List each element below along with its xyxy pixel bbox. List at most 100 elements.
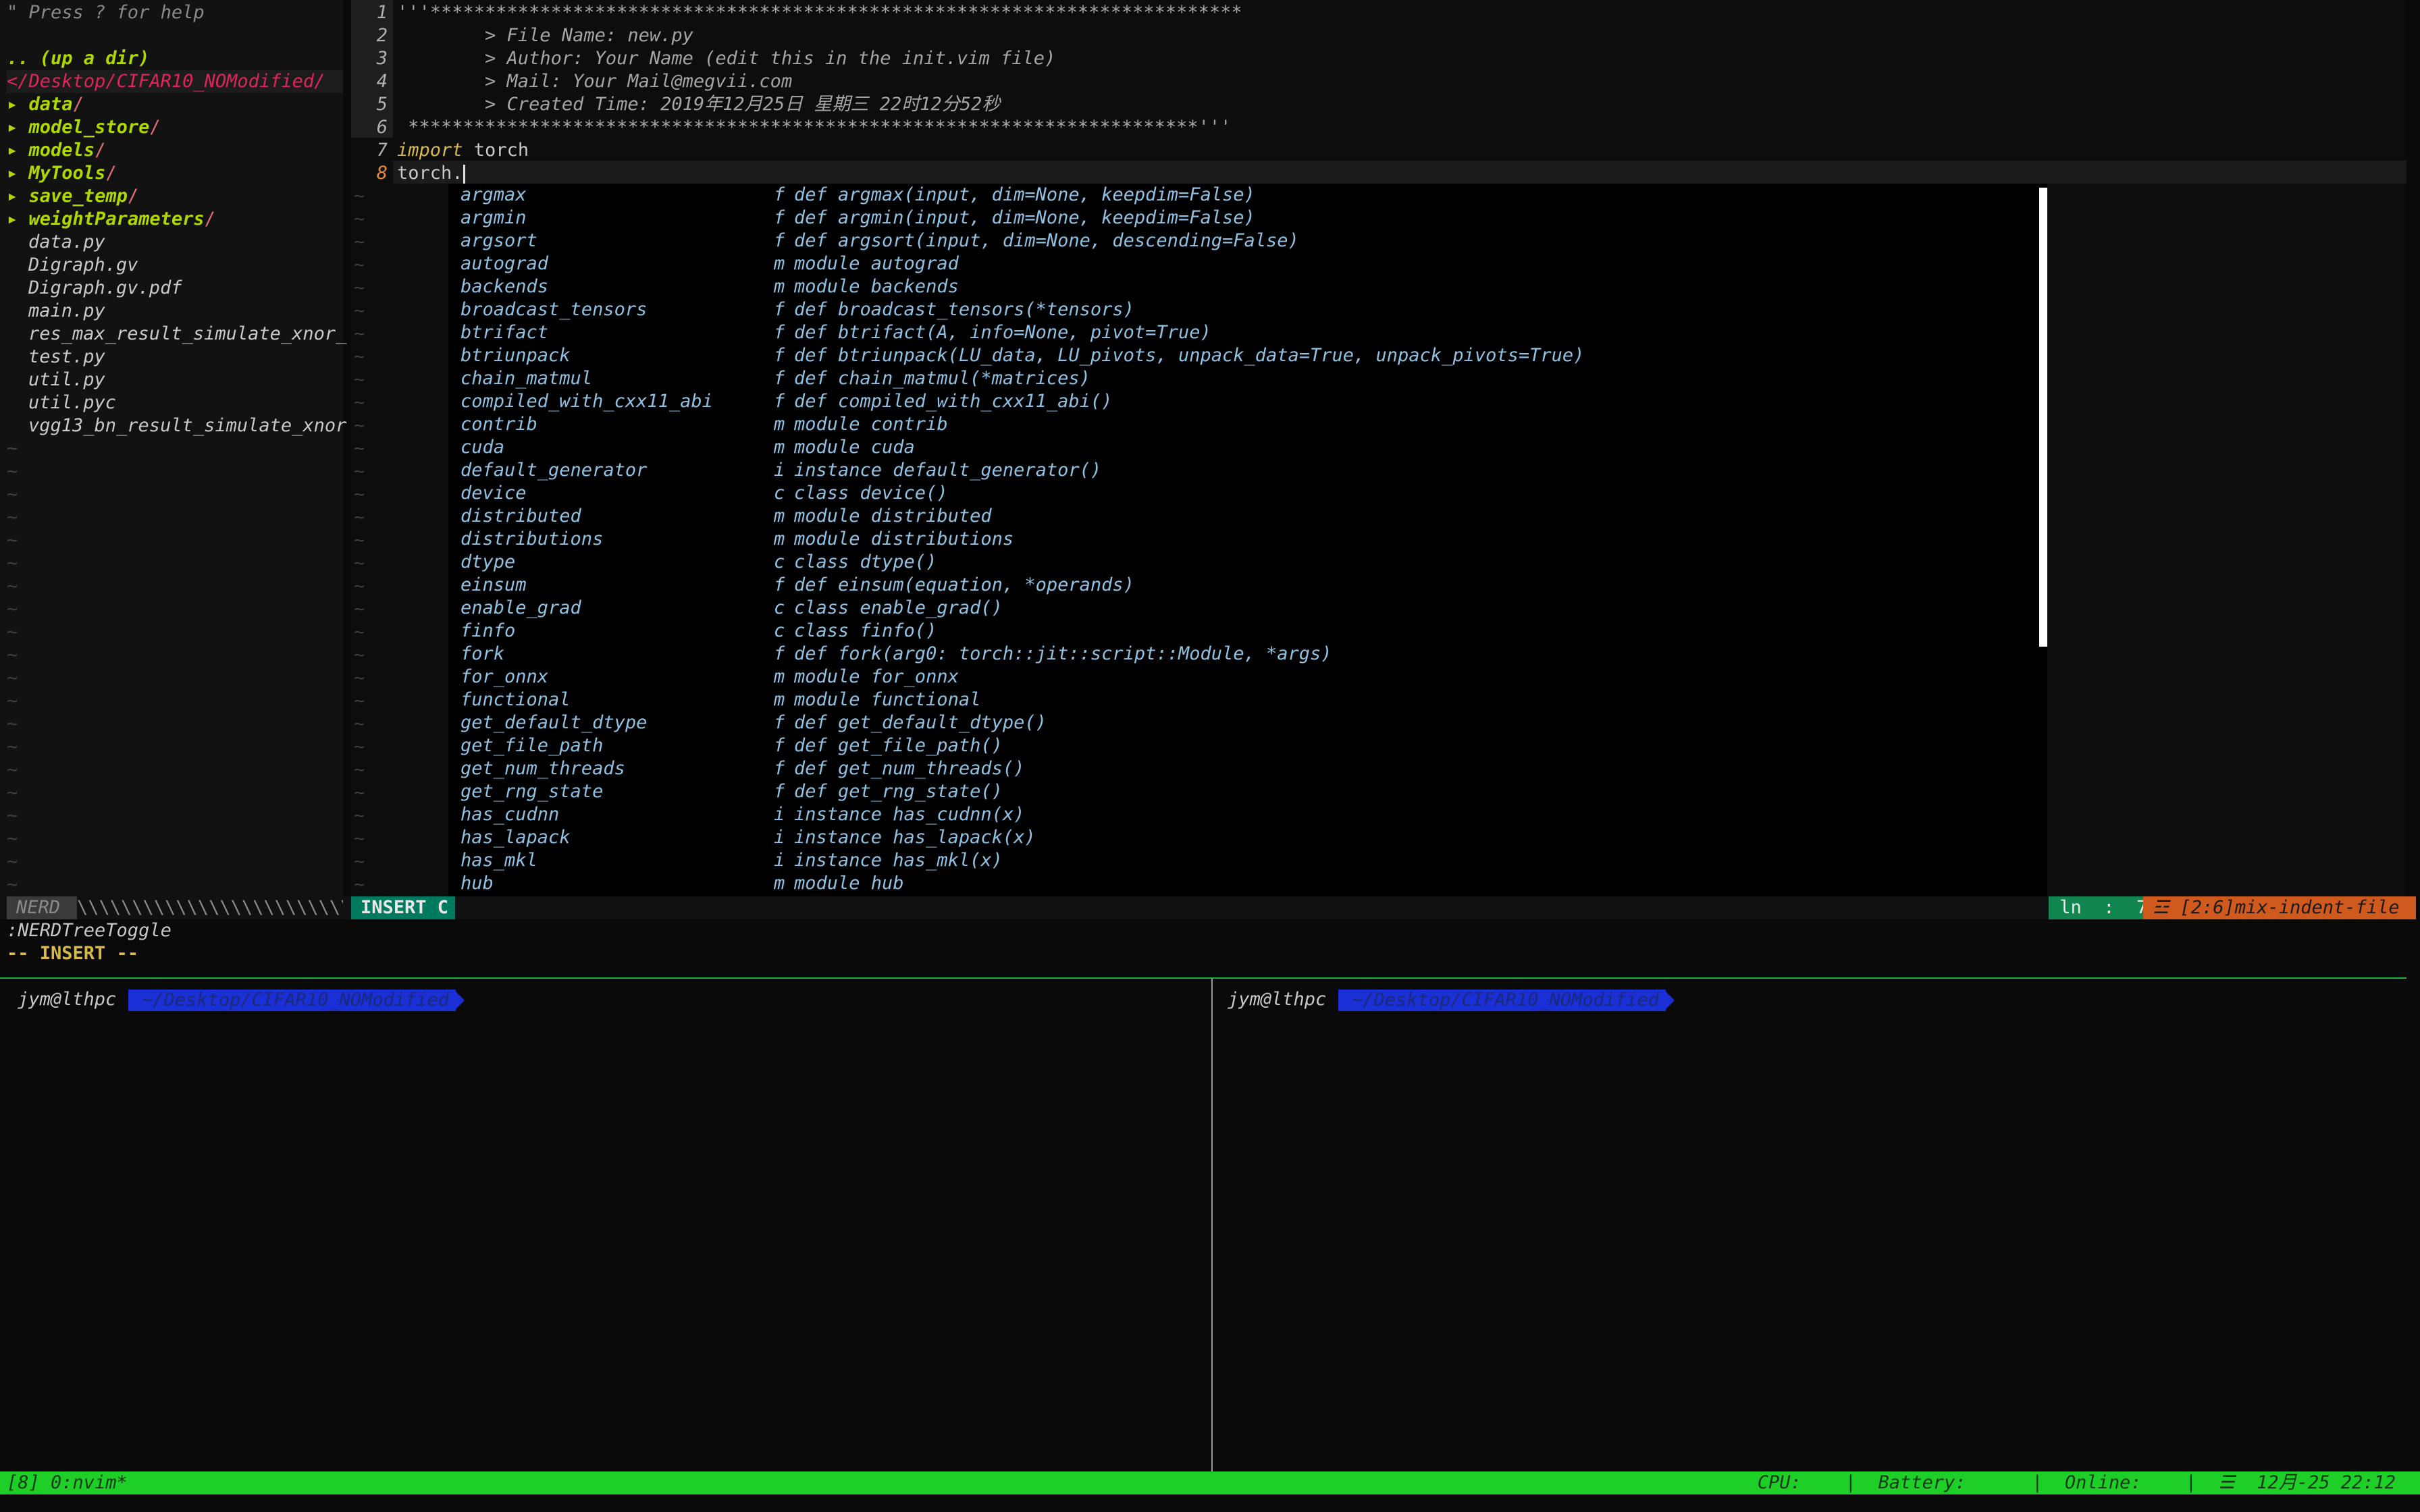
completion-item[interactable]: argmax f def argmax(input, dim=None, keepd… [448, 184, 2039, 207]
completion-item[interactable]: btrifact f def btrifact(A, info=None, pivo… [448, 321, 2039, 344]
completion-word: argmin [461, 207, 527, 228]
completion-word: get_default_dtype [461, 712, 648, 733]
nerdtree-file-item[interactable]: res_max_result_simulate_xnor_ [28, 323, 346, 346]
completion-item[interactable]: get_num_threads f def get_num_threads() [448, 757, 2039, 780]
completion-signature: instance default_generator() [794, 460, 1102, 481]
code-text: > Author: Your Name (edit this in the in… [397, 48, 1056, 69]
completion-word: get_file_path [461, 735, 604, 756]
completion-item[interactable]: get_file_path f def get_file_path() [448, 734, 2039, 757]
code-line[interactable]: > File Name: new.py [397, 24, 693, 47]
nerdtree-file-item[interactable]: vgg13_bn_result_simulate_xnor [28, 414, 346, 437]
completion-kind: i [774, 850, 785, 871]
completion-item[interactable]: default_generator i instance default_gener… [448, 459, 2039, 482]
nerdtree-dir-slash: / [72, 94, 84, 115]
nerdtree-dir-slash: / [105, 163, 117, 184]
completion-item[interactable]: fork f def fork(arg0: torch::jit::script::… [448, 643, 2039, 666]
completion-word: broadcast_tensors [461, 299, 648, 320]
completion-item[interactable]: chain_matmul f def chain_matmul(*matrices) [448, 367, 2039, 390]
tmux-window-list[interactable]: [8] 0:nvim* [7, 1472, 128, 1494]
nerdtree-file-item[interactable]: Digraph.gv.pdf [28, 277, 182, 300]
completion-item[interactable]: broadcast_tensors f def broadcast_tensors(… [448, 298, 2039, 321]
nerdtree-root[interactable]: </Desktop/CIFAR10_NOModified/ [7, 70, 343, 93]
nerdtree-panel[interactable]: " Press ? for help .. (up a dir) </Deskt… [0, 0, 346, 896]
nerdtree-dir-item[interactable]: ▸ MyTools/ [7, 162, 117, 185]
code-line[interactable]: '''*************************************… [397, 1, 1242, 24]
completion-item[interactable]: device c class device() [448, 482, 2039, 505]
completion-signature: def argmax(input, dim=None, keepdim=Fals… [794, 184, 1255, 205]
completion-word: finfo [461, 620, 516, 641]
completion-item[interactable]: contrib m module contrib [448, 413, 2039, 436]
nerdtree-dir-name: model_store [28, 117, 150, 138]
nerdtree-file-item[interactable]: data.py [28, 231, 105, 254]
empty-line-tilde: ~ [7, 736, 18, 757]
completion-kind: f [774, 368, 785, 389]
completion-item[interactable]: argsort f def argsort(input, dim=None, des… [448, 230, 2039, 252]
completion-item[interactable]: cuda m module cuda [448, 436, 2039, 459]
completion-scrollbar[interactable] [2039, 188, 2047, 647]
completion-item[interactable]: get_rng_state f def get_rng_state() [448, 780, 2039, 803]
completion-item[interactable]: distributions m module distributions [448, 528, 2039, 551]
code-line[interactable]: > Mail: Your Mail@megvii.com [397, 70, 792, 93]
code-line[interactable]: ****************************************… [397, 116, 1231, 139]
completion-item[interactable]: has_mkl i instance has_mkl(x) [448, 849, 2039, 872]
completion-word: device [461, 483, 527, 504]
code-line[interactable]: torch. [397, 162, 465, 185]
nerdtree-dir-slash: / [127, 186, 139, 207]
completion-signature: module functional [794, 689, 981, 710]
nerdtree-dir-item[interactable]: ▸ weightParameters/ [7, 208, 215, 231]
completion-item[interactable]: finfo c class finfo() [448, 620, 2039, 643]
completion-signature: module backends [794, 276, 959, 297]
completion-item[interactable]: get_default_dtype f def get_default_dtype(… [448, 711, 2039, 734]
code-text: > Mail: Your Mail@megvii.com [397, 71, 793, 92]
completion-item[interactable]: for_onnx m module for_onnx [448, 666, 2039, 688]
nerdtree-file-item[interactable]: test.py [28, 346, 105, 369]
completion-item[interactable]: enable_grad c class enable_grad() [448, 597, 2039, 620]
completion-popup[interactable]: argmax f def argmax(input, dim=None, keepd… [448, 184, 2047, 919]
empty-line-tilde: ~ [354, 530, 365, 551]
code-line[interactable]: import torch [397, 139, 529, 162]
line-number: 7 [376, 140, 388, 161]
completion-item[interactable]: dtype c class dtype() [448, 551, 2039, 574]
code-line[interactable]: > Author: Your Name (edit this in the in… [397, 47, 1055, 70]
nerdtree-dir-name: weightParameters [28, 209, 205, 230]
nerdtree-dir-slash: / [95, 140, 106, 161]
nerdtree-file-item[interactable]: util.pyc [28, 392, 116, 414]
completion-item[interactable]: autograd m module autograd [448, 252, 2039, 275]
nerdtree-dir-item[interactable]: ▸ model_store/ [7, 116, 161, 139]
nerdtree-file-item[interactable]: Digraph.gv [28, 254, 138, 277]
empty-line-tilde: ~ [354, 346, 365, 367]
nerdtree-up-dir[interactable]: .. (up a dir) [7, 47, 149, 70]
completion-item[interactable]: btriunpack f def btriunpack(LU_data, LU_pi… [448, 344, 2039, 367]
completion-item[interactable]: einsum f def einsum(equation, *operands) [448, 574, 2039, 597]
completion-item[interactable]: backends m module backends [448, 275, 2039, 298]
terminal-pane-left[interactable]: jym@lthpc ~/Desktop/CIFAR10_NOModified [0, 979, 1211, 1472]
cursor-line-highlight [393, 161, 2406, 184]
completion-kind: f [774, 574, 785, 595]
completion-kind: i [774, 804, 785, 825]
completion-kind: f [774, 391, 785, 412]
completion-signature: def chain_matmul(*matrices) [794, 368, 1090, 389]
command-line[interactable]: :NERDTreeToggle [7, 919, 172, 942]
nerdtree-dir-item[interactable]: ▸ save_temp/ [7, 185, 138, 208]
keyword: import [397, 140, 463, 161]
completion-item[interactable]: compiled_with_cxx11_abi f def compiled_wit… [448, 390, 2039, 413]
nerdtree-file-item[interactable]: util.py [28, 369, 105, 392]
terminal-pane-right[interactable]: jym@lthpc ~/Desktop/CIFAR10_NOModified [1213, 979, 2406, 1472]
nerdtree-file-item[interactable]: main.py [28, 300, 105, 323]
empty-line-tilde: ~ [354, 691, 365, 711]
completion-item[interactable]: hub m module hub [448, 872, 2039, 895]
empty-line-tilde: ~ [7, 461, 18, 482]
completion-item[interactable]: argmin f def argmin(input, dim=None, keepd… [448, 207, 2039, 230]
completion-item[interactable]: has_lapack i instance has_lapack(x) [448, 826, 2039, 849]
completion-item[interactable]: distributed m module distributed [448, 505, 2039, 528]
completion-item[interactable]: functional m module functional [448, 688, 2039, 711]
nerdtree-dir-item[interactable]: ▸ data/ [7, 93, 84, 116]
completion-kind: m [774, 253, 785, 274]
empty-line-tilde: ~ [354, 232, 365, 252]
completion-item[interactable]: has_cudnn i instance has_cudnn(x) [448, 803, 2039, 826]
code-line[interactable]: > Created Time: 2019年12月25日 星期三 22时12分52… [397, 93, 1000, 116]
folder-closed-icon: ▸ [7, 117, 18, 138]
completion-signature: module for_onnx [794, 666, 959, 687]
empty-line-tilde: ~ [354, 484, 365, 505]
nerdtree-dir-item[interactable]: ▸ models/ [7, 139, 105, 162]
